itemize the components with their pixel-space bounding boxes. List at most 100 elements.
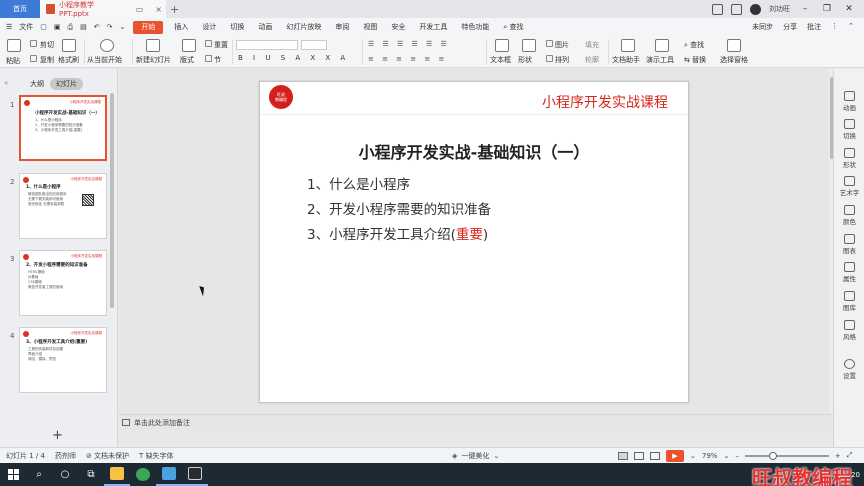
tab-slideshow[interactable]: 幻灯片放映: [279, 22, 328, 32]
print-icon[interactable]: ⎙: [68, 23, 74, 32]
play-from-current-icon[interactable]: [100, 39, 114, 52]
animation-pane-button[interactable]: 动画: [834, 91, 864, 112]
play-dropdown-icon[interactable]: ⌄: [690, 452, 696, 460]
zoom-dropdown-icon[interactable]: ⌄: [723, 452, 729, 460]
slide-thumbnail[interactable]: 小程序开发实战课程 2、开发小程序需要的知识准备 HTML基础 JS基础 CSS…: [19, 250, 107, 316]
replace-button[interactable]: ⇆ 替换: [684, 55, 706, 65]
sorter-view-icon[interactable]: [634, 451, 644, 460]
tab-design[interactable]: 设计: [195, 22, 223, 32]
text-box-button[interactable]: 文本框: [490, 55, 511, 65]
wordart-pane-button[interactable]: 艺术字: [834, 176, 864, 197]
find-button[interactable]: ⌕ 查找: [684, 40, 704, 50]
picture-button[interactable]: 图片: [555, 40, 569, 50]
format-painter-button[interactable]: 格式刷: [58, 55, 79, 65]
more-icon[interactable]: ⋮: [831, 22, 838, 32]
start-button[interactable]: [0, 463, 26, 486]
text-box-icon[interactable]: [495, 39, 509, 52]
present-tools-button[interactable]: 演示工具: [646, 55, 674, 65]
quick-access-dropdown-icon[interactable]: ⌄: [120, 23, 126, 31]
tab-developer[interactable]: 开发工具: [412, 22, 454, 32]
reset-icon[interactable]: [205, 40, 212, 47]
font-size-dropdown[interactable]: [301, 40, 327, 50]
slide-thumbnail[interactable]: 小程序开发实战课程 1、什么是小程序 微信团队推出的应用程序 无需下载安装即可使…: [19, 173, 107, 239]
slide-title[interactable]: 小程序开发实战-基础知识（一）: [260, 139, 688, 163]
close-tab-icon[interactable]: ×: [151, 5, 166, 14]
clock[interactable]: 20: [851, 471, 860, 479]
paste-button[interactable]: 粘贴: [6, 56, 20, 66]
copy-button[interactable]: 复制: [40, 55, 54, 65]
task-view-icon[interactable]: ⧉: [78, 463, 104, 486]
cortana-icon[interactable]: ○: [52, 463, 78, 486]
layout-button[interactable]: 版式: [180, 55, 194, 65]
from-current-button[interactable]: 从当前开始: [87, 55, 122, 65]
monitor-icon[interactable]: ▭: [132, 5, 148, 14]
shape-icon[interactable]: [522, 39, 536, 52]
zoom-slider[interactable]: [744, 451, 829, 460]
fill-button[interactable]: 填充: [585, 40, 599, 50]
cut-icon[interactable]: [30, 40, 37, 47]
tab-transition[interactable]: 切换: [223, 22, 251, 32]
play-slideshow-button[interactable]: ▶: [666, 449, 684, 462]
current-slide[interactable]: 旺叔 教编程 小程序开发实战课程 小程序开发实战-基础知识（一） 1、什么是小程…: [259, 81, 689, 403]
style-pane-button[interactable]: 风格: [834, 320, 864, 341]
doc-helper-button[interactable]: 文档助手: [612, 55, 640, 65]
home-tab[interactable]: 首页: [0, 0, 40, 18]
file-explorer-icon[interactable]: [104, 463, 130, 486]
cut-button[interactable]: 剪切: [40, 40, 54, 50]
skin-icon[interactable]: [731, 3, 742, 15]
transition-pane-button[interactable]: 切换: [834, 119, 864, 140]
mail-icon[interactable]: [156, 463, 182, 486]
fit-window-icon[interactable]: ⤢: [847, 451, 853, 460]
theme-name[interactable]: 药剂师: [55, 451, 76, 461]
tab-insert[interactable]: 插入: [167, 22, 195, 32]
tab-animation[interactable]: 动画: [251, 22, 279, 32]
reading-view-icon[interactable]: [650, 451, 660, 460]
minimize-icon[interactable]: –: [798, 4, 812, 14]
property-pane-button[interactable]: 属性: [834, 262, 864, 283]
zoom-in-button[interactable]: +: [835, 452, 841, 460]
zoom-level[interactable]: 79%: [702, 452, 718, 460]
sync-status[interactable]: 未同步: [752, 22, 773, 32]
settings-pane-button[interactable]: 设置: [834, 359, 864, 380]
save-icon[interactable]: ▣: [54, 23, 61, 31]
slide-body[interactable]: 1、什么是小程序 2、开发小程序需要的知识准备 3、小程序开发工具介绍(重要): [307, 173, 491, 248]
slide-thumbnail[interactable]: 小程序开发实战课程 3、小程序开发工具介绍(重要) 工具的安装和项目创建 界面介…: [19, 327, 107, 393]
shape-button[interactable]: 形状: [518, 55, 532, 65]
collapse-panel-icon[interactable]: «: [4, 79, 8, 87]
slide-thumbnail[interactable]: 小程序开发实战课程 小程序开发实战-基础知识（一） 1、什么是小程序 2、开发小…: [19, 95, 107, 161]
tab-review[interactable]: 审阅: [328, 22, 356, 32]
new-slide-icon[interactable]: [146, 39, 160, 52]
notes-pane[interactable]: 单击此处添加备注: [119, 414, 832, 430]
tab-view[interactable]: 视图: [356, 22, 384, 32]
color-pane-button[interactable]: 颜色: [834, 205, 864, 226]
beautify-button[interactable]: 一键美化: [461, 451, 489, 461]
zoom-out-button[interactable]: –: [735, 452, 739, 460]
window-layout-icon[interactable]: [712, 3, 723, 15]
tab-features[interactable]: 特色功能: [454, 22, 496, 32]
shape-pane-button[interactable]: 形状: [834, 148, 864, 169]
new-slide-button[interactable]: 新建幻灯片: [136, 55, 171, 65]
tab-security[interactable]: 安全: [384, 22, 412, 32]
section-icon[interactable]: [205, 55, 212, 62]
format-painter-icon[interactable]: [62, 39, 76, 52]
picture-icon[interactable]: [546, 40, 553, 47]
export-icon[interactable]: ▤: [80, 23, 87, 31]
slide-header[interactable]: 小程序开发实战课程: [542, 92, 668, 112]
share-button[interactable]: 分享: [783, 22, 797, 32]
select-pane-button[interactable]: 选择窗格: [720, 55, 748, 65]
hamburger-icon[interactable]: ☰: [6, 23, 12, 31]
document-tab[interactable]: 小程序教学PPT.pptx ▭ ×: [40, 0, 166, 18]
redo-icon[interactable]: ↷: [107, 23, 113, 31]
outline-tab[interactable]: 大纲: [30, 79, 44, 89]
slides-tab[interactable]: 幻灯片: [50, 78, 83, 90]
wps-icon[interactable]: [182, 463, 208, 486]
chevron-down-icon[interactable]: ⌄: [493, 452, 499, 460]
user-name[interactable]: 刘功旺: [769, 4, 790, 14]
paste-icon[interactable]: [7, 39, 21, 52]
close-window-icon[interactable]: ✕: [842, 4, 856, 14]
normal-view-icon[interactable]: [618, 451, 628, 460]
user-avatar[interactable]: [750, 3, 761, 15]
maximize-icon[interactable]: ❐: [820, 4, 834, 14]
file-menu[interactable]: 文件: [19, 22, 33, 32]
select-pane-icon[interactable]: [727, 39, 741, 52]
